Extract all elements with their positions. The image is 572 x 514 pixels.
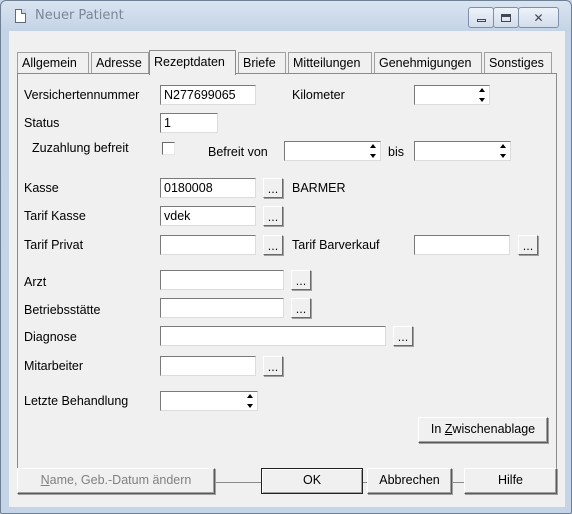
mitarbeiter-label: Mitarbeiter [24, 359, 84, 373]
copy-to-clipboard-label-rest: wischenablage [452, 422, 536, 436]
kasse-input[interactable]: 0180008 [160, 178, 256, 198]
title-bar[interactable]: Neuer Patient ✕ [1, 1, 571, 31]
arzt-input[interactable] [160, 270, 284, 290]
tarif-barverkauf-input[interactable] [414, 235, 510, 255]
document-icon [15, 9, 26, 23]
status-input[interactable]: 1 [160, 113, 218, 133]
minimize-icon [476, 19, 486, 22]
copy-to-clipboard-button[interactable]: In Zwischenablage [418, 417, 548, 443]
letzte-behandlung-spinbox[interactable] [160, 391, 258, 411]
letzte-behandlung-spin-arrows-icon[interactable] [244, 394, 255, 408]
kilometer-spinbox[interactable] [414, 85, 490, 105]
tarif-privat-label: Tarif Privat [24, 238, 84, 252]
arzt-browse-button[interactable]: ... [291, 270, 311, 290]
letzte-behandlung-label: Letzte Behandlung [24, 394, 129, 408]
change-name-birthdate-button[interactable]: Name, Geb.-Datum ändern [17, 468, 215, 494]
versichertennummer-input[interactable]: N277699065 [160, 85, 256, 105]
tarif-kasse-browse-button[interactable]: ... [263, 206, 283, 226]
tarif-kasse-label: Tarif Kasse [24, 209, 86, 223]
mitarbeiter-input[interactable] [160, 356, 256, 376]
dialog-window: Neuer Patient ✕ Allgemein Adresse Rezept… [0, 0, 572, 514]
betriebsstaette-browse-button[interactable]: ... [291, 298, 311, 318]
tarif-barverkauf-browse-button[interactable]: ... [518, 235, 538, 255]
kasse-browse-button[interactable]: ... [263, 178, 283, 198]
kasse-label: Kasse [24, 181, 59, 195]
tab-briefe[interactable]: Briefe [238, 52, 286, 74]
tab-genehmigungen[interactable]: Genehmigungen [374, 52, 482, 74]
tarif-barverkauf-label: Tarif Barverkauf [292, 238, 380, 252]
betriebsstaette-input[interactable] [160, 298, 284, 318]
dialog-client: Allgemein Adresse Rezeptdaten Briefe Mit… [9, 31, 565, 507]
minimize-button[interactable] [468, 7, 494, 28]
bis-spin-arrows-icon[interactable] [497, 144, 508, 158]
close-button[interactable]: ✕ [518, 7, 559, 28]
tarif-kasse-input[interactable]: vdek [160, 206, 256, 226]
change-name-hotkey: N [40, 473, 50, 487]
befreit-von-spinbox[interactable] [284, 141, 381, 161]
diagnose-label: Diagnose [24, 330, 77, 344]
tab-adresse[interactable]: Adresse [91, 52, 149, 74]
maximize-icon [501, 13, 511, 22]
zuzahlung-befreit-label: Zuzahlung befreit [32, 141, 129, 155]
tab-mitteilungen[interactable]: Mitteilungen [288, 52, 372, 74]
tarif-privat-browse-button[interactable]: ... [263, 235, 283, 255]
diagnose-browse-button[interactable]: ... [393, 326, 413, 346]
bis-spinbox[interactable] [414, 141, 511, 161]
status-label: Status [24, 116, 60, 130]
arzt-label: Arzt [24, 275, 47, 289]
kilometer-label: Kilometer [292, 88, 345, 102]
tab-sonstiges[interactable]: Sonstiges [484, 52, 552, 74]
zuzahlung-befreit-checkbox[interactable] [162, 142, 175, 155]
diagnose-input[interactable] [160, 326, 386, 346]
window-title: Neuer Patient [35, 8, 124, 23]
help-button[interactable]: Hilfe [464, 468, 557, 494]
mitarbeiter-browse-button[interactable]: ... [263, 356, 283, 376]
close-icon: ✕ [533, 10, 544, 25]
befreit-von-label: Befreit von [208, 145, 268, 159]
ok-button[interactable]: OK [261, 468, 363, 494]
kilometer-spin-arrows-icon[interactable] [476, 88, 487, 102]
cancel-button[interactable]: Abbrechen [367, 468, 452, 494]
kasse-name-text: BARMER [292, 181, 346, 195]
versichertennummer-label: Versichertennummer [24, 88, 140, 102]
tab-allgemein[interactable]: Allgemein [17, 52, 89, 74]
betriebsstaette-label: Betriebsstätte [24, 303, 101, 317]
tarif-privat-input[interactable] [160, 235, 256, 255]
change-name-label-rest: ame, Geb.-Datum ändern [49, 473, 192, 487]
befreit-von-spin-arrows-icon[interactable] [367, 144, 378, 158]
tab-rezeptdaten[interactable]: Rezeptdaten [149, 50, 236, 75]
tab-panel-rezeptdaten: Versichertennummer N277699065 Kilometer … [17, 73, 557, 483]
copy-to-clipboard-label-prefix: In [430, 422, 445, 436]
bis-label: bis [388, 145, 404, 159]
maximize-button[interactable] [493, 7, 519, 28]
